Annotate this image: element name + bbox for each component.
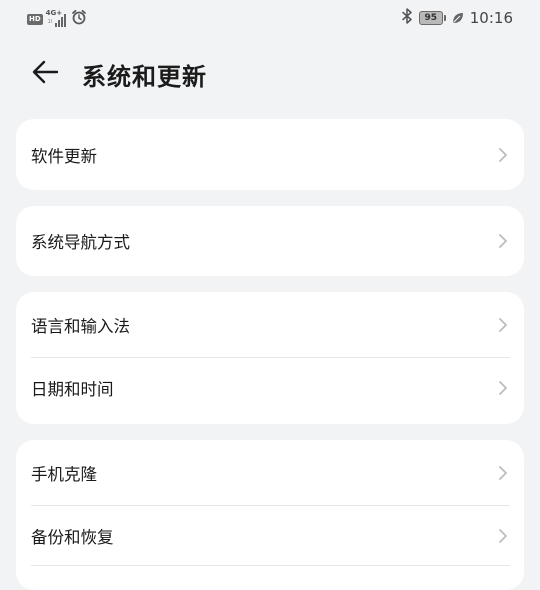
- status-right: 95 10:16: [402, 8, 513, 28]
- chevron-right-icon: [498, 233, 508, 249]
- card-software-update: 软件更新: [16, 119, 524, 190]
- list-item-system-navigation[interactable]: 系统导航方式: [16, 206, 524, 276]
- bluetooth-icon: [402, 8, 413, 28]
- list-item-label: 备份和恢复: [31, 528, 114, 547]
- list-item-phone-clone[interactable]: 手机克隆: [16, 440, 524, 506]
- list-item-label: 软件更新: [31, 146, 97, 166]
- battery-indicator: 95: [418, 11, 446, 25]
- arrow-left-icon: [31, 60, 59, 88]
- chevron-right-icon: [498, 380, 508, 396]
- list-item-label: 系统导航方式: [31, 233, 130, 252]
- card-clone-backup: 手机克隆 备份和恢复: [16, 440, 524, 590]
- hd-badge: HD: [27, 13, 43, 25]
- network-subtype: 1l: [47, 19, 53, 25]
- clock: 10:16: [469, 9, 513, 27]
- list-item-label: 手机克隆: [31, 465, 97, 484]
- card-language-datetime: 语言和输入法 日期和时间: [16, 292, 524, 424]
- list-item-backup-restore[interactable]: 备份和恢复: [16, 506, 524, 566]
- chevron-right-icon: [498, 528, 508, 544]
- battery-level: 95: [418, 11, 443, 25]
- alarm-icon: [71, 9, 87, 29]
- chevron-right-icon: [498, 317, 508, 333]
- card-navigation: 系统导航方式: [16, 206, 524, 276]
- battery-tip: [443, 15, 446, 21]
- status-bar: HD 4G+ 1l 95 10:16: [0, 0, 540, 38]
- list-item-software-update[interactable]: 软件更新: [16, 119, 524, 190]
- cellular-signal: 4G+ 1l: [46, 9, 68, 27]
- page-title: 系统和更新: [82, 63, 207, 91]
- list-item-date-time[interactable]: 日期和时间: [16, 358, 524, 418]
- signal-bars-icon: [54, 13, 66, 27]
- status-left: HD 4G+ 1l: [27, 9, 87, 29]
- list-item-label: 语言和输入法: [31, 317, 130, 336]
- chevron-right-icon: [498, 147, 508, 163]
- list-item-language-input[interactable]: 语言和输入法: [16, 292, 524, 358]
- eco-mode-icon: [452, 9, 464, 28]
- chevron-right-icon: [498, 465, 508, 481]
- back-button[interactable]: [28, 58, 62, 90]
- list-item-label: 日期和时间: [31, 380, 114, 399]
- divider: [31, 565, 510, 566]
